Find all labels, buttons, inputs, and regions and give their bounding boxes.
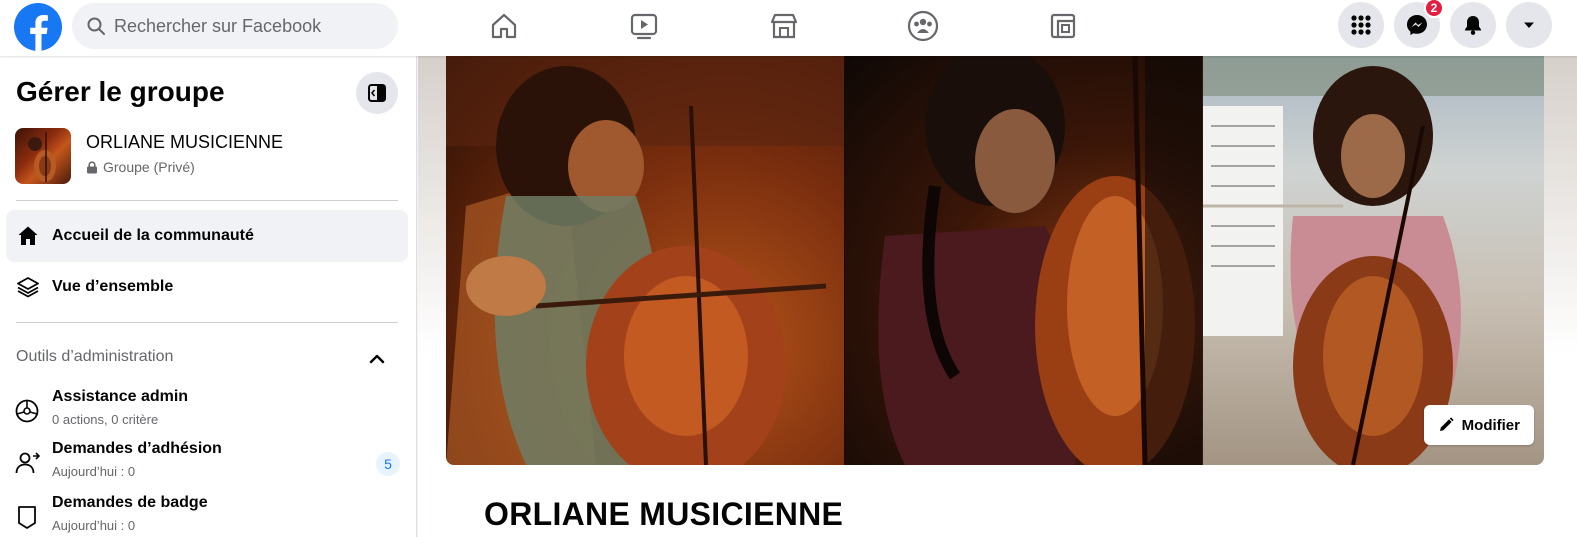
admin-item-subtitle: 0 actions, 0 critère (52, 412, 159, 427)
manage-group-sidebar: Gérer le groupe ORLIANE MUSICIENNE Group… (0, 56, 417, 537)
sidebar-divider (16, 322, 398, 323)
layers-icon (14, 273, 42, 301)
admin-item-title: Demandes de badge (52, 494, 208, 511)
badge-requests-item[interactable]: Demandes de badge Aujourd’hui : 0 (14, 494, 404, 537)
lock-icon (87, 160, 97, 173)
admin-assist-icon (14, 398, 40, 424)
admin-tools-heading: Outils d’administration (16, 348, 174, 365)
gaming-icon[interactable] (1041, 6, 1085, 46)
sidebar-divider (16, 200, 398, 201)
marketplace-icon[interactable] (762, 6, 806, 46)
sidebar-item-overview[interactable]: Vue d’ensemble (6, 261, 408, 313)
search-input[interactable] (114, 15, 384, 37)
sidebar-item-label: Accueil de la communauté (52, 227, 254, 244)
messenger-badge: 2 (1424, 0, 1444, 18)
home-icon[interactable] (482, 6, 526, 46)
chevron-up-icon[interactable] (366, 348, 388, 370)
top-navigation-bar: 2 (0, 0, 1577, 56)
sidebar-toggle-icon (368, 84, 386, 102)
admin-item-subtitle: Aujourd’hui : 0 (52, 518, 136, 533)
cover-photo-panel (446, 56, 844, 465)
member-request-icon (14, 450, 40, 476)
grid-menu-icon[interactable] (1338, 2, 1384, 48)
admin-item-title: Assistance admin (52, 388, 189, 405)
page-title: ORLIANE MUSICIENNE (484, 496, 844, 532)
account-menu-button[interactable] (1506, 2, 1552, 48)
group-avatar[interactable] (15, 128, 71, 184)
bell-icon (1465, 16, 1481, 35)
admin-assist-item[interactable]: Assistance admin 0 actions, 0 critère (14, 388, 404, 438)
search-bar[interactable] (72, 3, 398, 49)
search-icon (87, 17, 105, 35)
group-privacy-label: Groupe (Privé) (103, 159, 195, 175)
member-requests-count-badge: 5 (376, 452, 400, 476)
member-requests-item[interactable]: Demandes d’adhésion Aujourd’hui : 0 5 (14, 440, 404, 490)
edit-cover-label: Modifier (1461, 416, 1520, 434)
group-name[interactable]: ORLIANE MUSICIENNE (86, 132, 283, 153)
pencil-icon (1439, 417, 1454, 431)
notifications-button[interactable] (1450, 2, 1496, 48)
messenger-button[interactable]: 2 (1394, 0, 1444, 48)
group-main-content: Modifier ORLIANE MUSICIENNE (418, 56, 1577, 537)
edit-cover-button[interactable]: Modifier (1423, 405, 1534, 445)
sidebar-title: Gérer le groupe (16, 76, 225, 107)
home-icon (14, 222, 42, 250)
cover-photo-panel: Modifier (1202, 56, 1544, 465)
admin-item-title: Demandes d’adhésion (52, 440, 222, 457)
admin-item-subtitle: Aujourd’hui : 0 (52, 464, 136, 479)
badge-icon (14, 504, 40, 530)
groups-icon[interactable] (901, 6, 945, 46)
cover-photo-panel (844, 56, 1202, 465)
cover-photo: Modifier (446, 56, 1544, 465)
sidebar-item-community-home[interactable]: Accueil de la communauté (6, 210, 408, 262)
group-privacy: Groupe (Privé) (86, 159, 195, 175)
chevron-down-icon (1524, 22, 1534, 28)
facebook-logo-icon[interactable] (14, 3, 62, 51)
watch-icon[interactable] (622, 6, 666, 46)
messenger-icon (1407, 15, 1427, 35)
collapse-sidebar-button[interactable] (356, 72, 398, 114)
sidebar-item-label: Vue d’ensemble (52, 278, 174, 295)
